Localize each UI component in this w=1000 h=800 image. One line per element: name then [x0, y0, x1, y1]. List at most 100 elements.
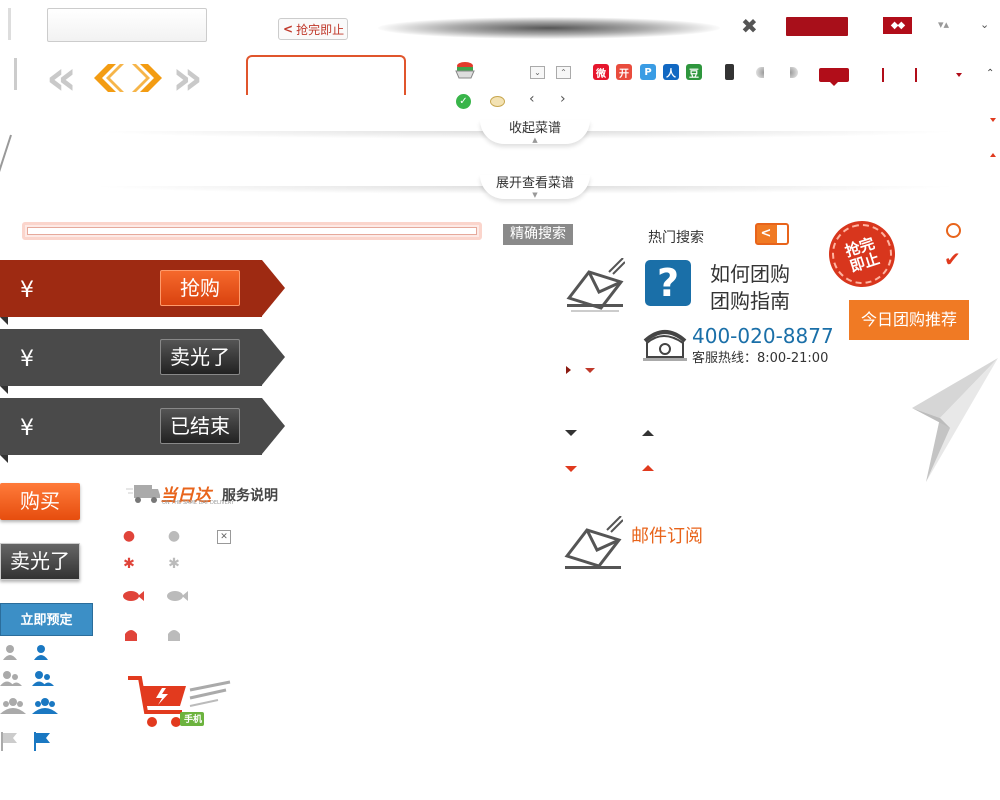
red-button[interactable] — [786, 17, 848, 36]
shadow-divider — [378, 17, 720, 39]
caret-down-red-icon — [565, 466, 577, 472]
help-question-icon: ? — [645, 260, 691, 306]
close-square-icon[interactable]: ✕ — [217, 530, 231, 544]
caret-right-icon — [566, 366, 571, 374]
double-right-gray-icon[interactable]: » — [172, 54, 203, 102]
service-info-link[interactable]: 服务说明 — [222, 485, 278, 505]
half-circle-left-icon — [756, 67, 764, 78]
precise-search-button[interactable]: 精确搜索 — [503, 224, 573, 245]
red-caret-down-icon — [990, 118, 996, 125]
book-now-button[interactable]: 立即预定 — [0, 603, 93, 636]
ribbon-fold — [0, 455, 8, 463]
cake-gray-icon — [166, 626, 182, 642]
ribbon-tip — [262, 260, 285, 316]
price-currency: ¥ — [20, 347, 34, 372]
apple-gray-icon: ● — [167, 528, 181, 544]
sold-out-button[interactable]: 卖光了 — [0, 543, 80, 580]
caret-up-dark-icon — [642, 430, 654, 436]
red-caret-down-icon — [956, 73, 962, 80]
check-circle-icon: ✓ — [456, 94, 471, 109]
left-orange-icon[interactable] — [90, 58, 124, 98]
envelope-icon — [565, 257, 626, 318]
qzone-icon[interactable]: P — [640, 64, 656, 80]
expand-menu-tab[interactable]: 展开查看菜谱 ▼ — [480, 175, 590, 199]
mail-subscribe-link[interactable]: 邮件订阅 — [631, 522, 703, 548]
left-edge-bar — [14, 58, 17, 90]
cart-badge: 手机 — [184, 715, 203, 725]
users-group-blue-icon — [32, 698, 58, 714]
renren-icon[interactable]: 人 — [663, 64, 679, 80]
price-currency: ¥ — [20, 416, 34, 441]
deal-ribbon-ended: ¥ 已结束 — [0, 398, 285, 463]
chevron-left-icon — [94, 64, 124, 92]
hot-search-label: 热门搜索 — [648, 230, 704, 246]
collapse-menu-tab[interactable]: 收起菜谱 ▲ — [480, 120, 590, 144]
sort-arrows-icon[interactable]: ▾▴ — [938, 18, 949, 31]
wheat-red-icon: ✱ — [123, 556, 135, 572]
left-arrow-icon: < — [757, 225, 775, 243]
ribbon-fold — [0, 386, 8, 394]
users-group-gray-icon — [0, 698, 26, 714]
today-recommend-button[interactable]: 今日团购推荐 — [849, 300, 969, 340]
price-currency: ¥ — [20, 278, 34, 303]
deal-action-button[interactable]: 抢购 — [160, 270, 240, 306]
up-small-button[interactable]: ⌃ — [556, 66, 571, 79]
hot-search-toggle[interactable]: < — [755, 223, 789, 245]
orange-frame-tab — [246, 55, 406, 95]
grab-tag-label: 抢完即止 — [296, 22, 345, 37]
ribbon-fold — [0, 317, 8, 325]
down-small-button[interactable]: ⌄ — [530, 66, 545, 79]
half-circle-right-icon — [790, 67, 798, 78]
triangle-down-icon: ▼ — [532, 191, 538, 199]
delivery-truck-icon — [126, 483, 160, 505]
chevron-right-icon — [132, 64, 162, 92]
next-arrow-icon[interactable]: › — [560, 91, 566, 107]
diagonal-divider — [0, 134, 12, 180]
mobile-phone-icon — [725, 64, 734, 80]
chevron-down-icon[interactable]: ⌄ — [980, 18, 989, 31]
text-input-box[interactable] — [47, 8, 207, 42]
deal-ribbon-active: ¥ 抢购 — [0, 260, 285, 325]
user-blue-icon — [33, 644, 49, 660]
wheat-gray-icon: ✱ — [168, 556, 180, 572]
hotline-number: 400-020-8877 — [692, 324, 834, 348]
fish-red-icon — [122, 590, 144, 606]
telephone-icon — [643, 327, 687, 361]
douban-icon[interactable]: 豆 — [686, 64, 702, 80]
cake-red-icon — [123, 626, 139, 642]
deal-action-button[interactable]: 已结束 — [160, 408, 240, 444]
red-caret-up-icon — [990, 150, 996, 157]
basket-icon — [453, 60, 477, 80]
grab-tag-button[interactable]: < 抢完即止 — [278, 18, 348, 40]
search-input[interactable] — [22, 222, 482, 240]
hotline-hours: 客服热线：8:00-21:00 — [692, 351, 829, 366]
red-tooltip — [819, 68, 849, 86]
deal-action-button[interactable]: 卖光了 — [160, 339, 240, 375]
kaixin-icon[interactable]: 开 — [616, 64, 632, 80]
weibo-icon[interactable]: 微 — [593, 64, 609, 80]
updown-toggle-icon[interactable]: ◆◆ — [883, 17, 912, 34]
paper-plane-icon — [910, 358, 998, 482]
right-orange-icon[interactable] — [132, 58, 166, 98]
envelope-icon — [563, 515, 624, 576]
triangle-up-icon: ▲ — [532, 136, 538, 144]
deal-ribbon-soldout: ¥ 卖光了 — [0, 329, 285, 394]
prev-arrow-icon[interactable]: ‹ — [529, 91, 535, 107]
caret-up-red-icon — [642, 465, 654, 471]
caret-down-dark-icon — [565, 430, 577, 436]
left-edge-bar — [8, 8, 11, 40]
buying-guide-link[interactable]: 团购指南 — [710, 285, 790, 314]
double-left-gray-icon[interactable]: « — [46, 54, 77, 102]
how-to-buy-link[interactable]: 如何团购 — [710, 258, 790, 287]
flag-gray-icon — [0, 731, 18, 751]
users-pair-blue-icon — [32, 670, 54, 686]
red-check-icon: ✔ — [944, 247, 961, 271]
close-icon[interactable]: ✖ — [741, 14, 758, 38]
collapse-menu-label: 收起菜谱 — [508, 121, 561, 136]
expand-menu-label: 展开查看菜谱 — [495, 176, 574, 191]
fast-cart-icon: 手机 — [126, 672, 236, 734]
buy-button[interactable]: 购买 — [0, 483, 80, 520]
left-arrow-icon: < — [283, 22, 294, 36]
ribbon-tip — [262, 398, 285, 454]
apple-red-icon: ● — [122, 528, 136, 544]
